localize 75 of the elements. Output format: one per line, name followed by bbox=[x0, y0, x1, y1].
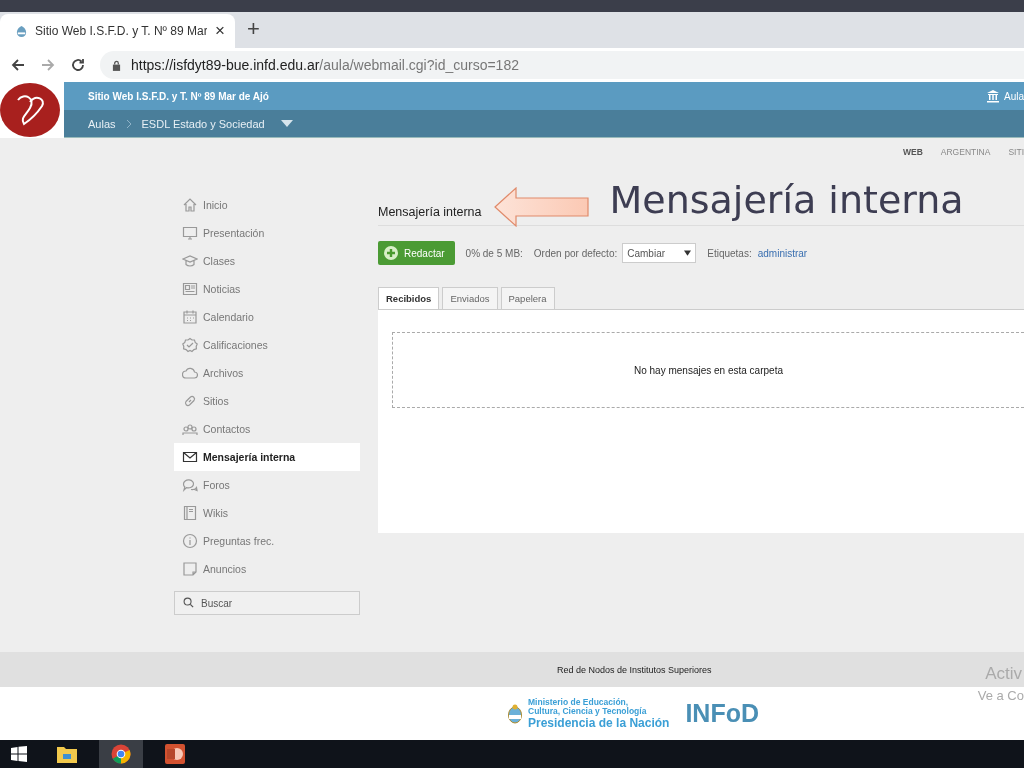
people-icon bbox=[182, 421, 198, 437]
page-title: Mensajería interna bbox=[378, 205, 482, 219]
coat-of-arms-icon bbox=[508, 703, 522, 724]
back-icon[interactable] bbox=[10, 57, 26, 73]
lock-icon bbox=[112, 59, 121, 71]
tab-title: Sitio Web I.S.F.D. y T. Nº 89 Mar bbox=[35, 24, 208, 38]
folder-tab[interactable]: Papelera bbox=[500, 287, 555, 309]
sidebar-item[interactable]: Preguntas frec. bbox=[174, 527, 360, 555]
infod-logo: INFoD bbox=[685, 699, 759, 728]
presentation-app-icon[interactable] bbox=[165, 744, 185, 764]
sidebar-item[interactable]: Calificaciones bbox=[174, 331, 360, 359]
caret-icon bbox=[684, 250, 692, 256]
top-nav-link[interactable]: WEB bbox=[902, 146, 923, 157]
sidebar-item[interactable]: Contactos bbox=[174, 415, 360, 443]
activation-notice: Ve a Co bbox=[977, 688, 1024, 703]
chevron-icon bbox=[125, 118, 132, 129]
sidebar-item[interactable]: Noticias bbox=[174, 275, 360, 303]
breadcrumb-link[interactable]: ESDL Estado y Sociedad bbox=[141, 117, 265, 130]
sidebar-item[interactable]: Calendario bbox=[174, 303, 360, 331]
top-nav-link[interactable]: SITI bbox=[1008, 146, 1024, 157]
site-title[interactable]: Sitio Web I.S.F.D. y T. Nº 89 Mar de Ajó bbox=[88, 90, 269, 102]
top-nav-link[interactable]: ARGENTINA bbox=[940, 146, 991, 157]
caret-icon[interactable] bbox=[280, 120, 293, 127]
empty-message: No hay mensajes en esta carpeta bbox=[634, 364, 783, 376]
search-field[interactable]: Buscar bbox=[174, 591, 360, 615]
sidebar-item[interactable]: Sitios bbox=[174, 387, 360, 415]
sidebar-item[interactable]: Anuncios bbox=[174, 555, 360, 583]
folder-icon[interactable] bbox=[57, 745, 77, 763]
sidebar-item[interactable]: Mensajería interna bbox=[174, 443, 360, 471]
monitor-icon bbox=[182, 225, 198, 241]
sidebar-item[interactable]: Foros bbox=[174, 471, 360, 499]
presidency-name: Presidencia de la Nación bbox=[528, 715, 670, 730]
sort-dropdown[interactable]: Cambiar bbox=[622, 243, 697, 263]
classrooms-link[interactable]: Aula bbox=[1004, 90, 1024, 102]
quota-text: 0% de 5 MB: bbox=[465, 247, 523, 259]
folder-tab[interactable]: Enviados bbox=[442, 287, 498, 309]
new-tab-button[interactable]: + bbox=[247, 14, 260, 44]
annotation-heading: Mensajería interna bbox=[609, 178, 964, 222]
address-bar[interactable]: https://isfdyt89-bue.infd.edu.ar/aula/webmail.cgi?id_curso=182 bbox=[100, 51, 1024, 79]
sidebar-item[interactable]: Presentación bbox=[174, 219, 360, 247]
url-host: https://isfdyt89-bue.infd.edu.ar bbox=[131, 57, 320, 73]
ministry-name: Ministerio de Educación, bbox=[528, 697, 629, 707]
compose-button[interactable]: Redactar bbox=[378, 241, 455, 265]
manage-tags-link[interactable]: administrar bbox=[757, 247, 808, 259]
sidebar-item[interactable]: Archivos bbox=[174, 359, 360, 387]
home-icon bbox=[182, 197, 198, 213]
calendar-icon bbox=[182, 309, 198, 325]
browser-icon[interactable] bbox=[111, 744, 131, 764]
reload-icon[interactable] bbox=[70, 57, 86, 73]
cloud-icon bbox=[182, 365, 198, 381]
search-icon bbox=[183, 597, 194, 608]
sidebar-item[interactable]: Inicio bbox=[174, 191, 360, 219]
sidebar-item[interactable]: Clases bbox=[174, 247, 360, 275]
ministry-name: Cultura, Ciencia y Tecnología bbox=[528, 706, 648, 716]
close-tab-button[interactable]: × bbox=[215, 21, 225, 41]
windows-start-icon[interactable] bbox=[11, 746, 27, 762]
sidebar-item[interactable]: Wikis bbox=[174, 499, 360, 527]
link-icon bbox=[182, 393, 198, 409]
url-path: /aula/webmail.cgi?id_curso=182 bbox=[319, 57, 519, 73]
chat-icon bbox=[182, 477, 198, 493]
document-icon bbox=[182, 505, 198, 521]
newspaper-icon bbox=[182, 281, 198, 297]
breadcrumb-link[interactable]: Aulas bbox=[88, 117, 116, 130]
tags-label: Etiquetas: bbox=[707, 247, 752, 259]
footer-text: Red de Nodos de Institutos Superiores bbox=[557, 664, 712, 675]
note-icon bbox=[182, 561, 198, 577]
institution-icon bbox=[986, 89, 1000, 103]
browser-tab[interactable]: Sitio Web I.S.F.D. y T. Nº 89 Mar × bbox=[0, 14, 235, 48]
left-arrow-icon bbox=[493, 187, 590, 227]
sort-label: Orden por defecto: bbox=[533, 247, 618, 259]
folder-tab[interactable]: Recibidos bbox=[378, 287, 440, 309]
envelope-icon bbox=[182, 449, 198, 465]
info-icon bbox=[182, 533, 198, 549]
plus-icon bbox=[384, 246, 398, 260]
graduation-cap-icon bbox=[182, 253, 198, 269]
